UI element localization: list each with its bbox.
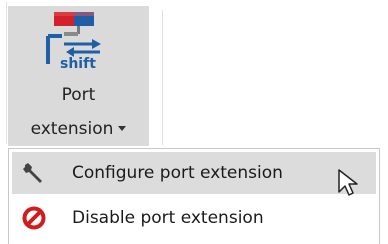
ribbon-panel: shift Port extension <box>0 0 388 148</box>
menu-item-label: Disable port extension <box>72 208 264 228</box>
menu-item-configure-port-extension[interactable]: Configure port extension <box>12 152 376 194</box>
port-extension-shift-icon: shift <box>46 12 101 72</box>
ribbon-edge <box>0 2 7 144</box>
port-extension-label-line1: Port <box>61 85 96 105</box>
disable-icon <box>22 206 46 230</box>
wrench-icon <box>23 163 42 183</box>
chevron-down-icon <box>118 125 127 131</box>
port-extension-label-line2: extension <box>8 118 149 140</box>
menu-item-disable-port-extension[interactable]: Disable port extension <box>12 197 376 239</box>
port-extension-label-text: extension <box>30 119 114 139</box>
ribbon-separator <box>162 10 163 145</box>
port-extension-button[interactable]: shift Port extension <box>8 6 149 146</box>
port-extension-dropdown-menu: Configure port extension Disable port ex… <box>8 148 380 244</box>
shift-subscript: shift <box>60 56 96 72</box>
menu-item-label: Configure port extension <box>72 163 283 183</box>
